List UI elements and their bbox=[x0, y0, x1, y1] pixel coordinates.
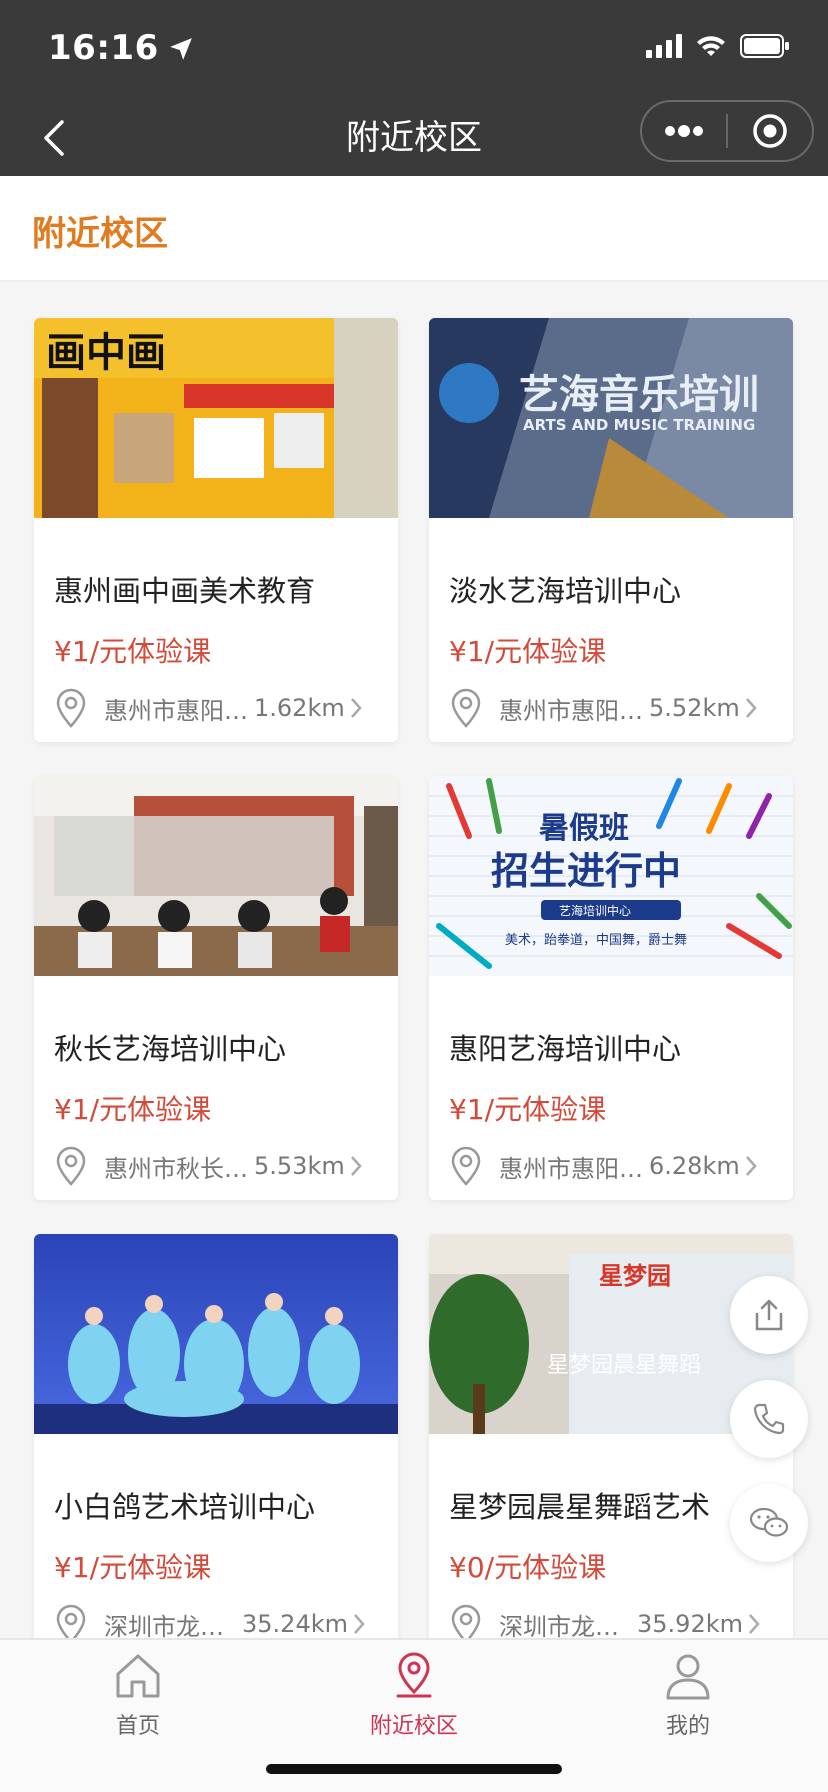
location-pin-icon bbox=[451, 1146, 481, 1186]
chevron-right-icon bbox=[745, 698, 757, 718]
status-bar: 16:16 bbox=[0, 0, 828, 100]
campus-location[interactable]: 惠州市惠阳… 5.52km bbox=[449, 688, 779, 728]
campus-name: 惠阳艺海培训中心 bbox=[449, 1032, 682, 1066]
campus-location[interactable]: 惠州市惠阳… 6.28km bbox=[449, 1146, 779, 1186]
campus-card[interactable]: 小白鸽艺术培训中心 ¥1/元体验课 深圳市龙… 35.24km bbox=[34, 1234, 398, 1658]
home-indicator bbox=[266, 1764, 562, 1774]
campus-distance: 35.92km bbox=[637, 1610, 743, 1638]
campus-address: 惠州市惠阳… bbox=[104, 696, 248, 725]
photo-sign-subtext: 艺海培训中心 bbox=[559, 903, 631, 918]
tab-label: 附近校区 bbox=[369, 1714, 458, 1739]
photo-sign-text: 暑假班 bbox=[539, 811, 629, 846]
campus-price: ¥1/元体验课 bbox=[449, 1093, 607, 1126]
target-icon bbox=[753, 114, 787, 148]
location-pin-icon bbox=[396, 1652, 432, 1698]
campus-card[interactable]: 画中画 惠州画中画美术教育 ¥1/元体验课 惠州市惠阳… 1.62km bbox=[34, 318, 398, 742]
section-title: 附近校区 bbox=[32, 214, 168, 254]
campus-name: 小白鸽艺术培训中心 bbox=[54, 1490, 316, 1524]
signal-icon bbox=[646, 34, 682, 58]
wifi-icon bbox=[697, 36, 725, 56]
photo-sign-text-2: 招生进行中 bbox=[491, 849, 681, 893]
campus-photo: 艺海音乐培训 ARTS AND MUSIC TRAINING bbox=[429, 318, 793, 518]
location-pin-icon bbox=[451, 688, 481, 728]
campus-distance: 5.52km bbox=[649, 694, 740, 722]
home-icon bbox=[116, 1654, 160, 1698]
wechat-button[interactable] bbox=[730, 1484, 808, 1562]
campus-address: 深圳市龙… bbox=[104, 1612, 224, 1641]
more-dots-icon bbox=[665, 125, 703, 137]
photo-sign-text: 星梦园 bbox=[599, 1262, 671, 1290]
campus-price: ¥1/元体验课 bbox=[54, 635, 212, 668]
location-pin-icon bbox=[56, 1146, 86, 1186]
chat-bubble-icon bbox=[749, 1507, 789, 1537]
chevron-right-icon bbox=[749, 1614, 760, 1634]
chevron-right-icon bbox=[350, 1156, 362, 1176]
phone-button[interactable] bbox=[730, 1380, 808, 1458]
battery-icon bbox=[740, 34, 789, 58]
campus-location[interactable]: 惠州市秋长… 5.53km bbox=[54, 1146, 384, 1186]
campus-location[interactable]: 惠州市惠阳… 1.62km bbox=[54, 688, 384, 728]
location-arrow-icon bbox=[170, 38, 192, 60]
campus-address: 深圳市龙… bbox=[499, 1612, 619, 1641]
share-button[interactable] bbox=[730, 1276, 808, 1354]
campus-name: 淡水艺海培训中心 bbox=[449, 574, 682, 608]
campus-card[interactable]: 艺海音乐培训 ARTS AND MUSIC TRAINING 淡水艺海培训中心 … bbox=[429, 318, 793, 742]
tab-label: 首页 bbox=[115, 1714, 160, 1739]
mini-program-capsule bbox=[640, 100, 814, 162]
campus-photo bbox=[34, 776, 398, 976]
status-time: 16:16 bbox=[48, 28, 159, 68]
user-icon bbox=[666, 1654, 710, 1700]
section-header: 附近校区 bbox=[0, 176, 828, 282]
campus-price: ¥1/元体验课 bbox=[449, 635, 607, 668]
campus-distance: 5.53km bbox=[254, 1152, 345, 1180]
photo-sign-subtext: ARTS AND MUSIC TRAINING bbox=[523, 416, 755, 434]
campus-price: ¥1/元体验课 bbox=[54, 1551, 212, 1584]
status-icons bbox=[646, 34, 790, 58]
chevron-right-icon bbox=[745, 1156, 757, 1176]
more-button[interactable] bbox=[642, 102, 726, 160]
nav-bar: 附近校区 bbox=[0, 100, 828, 176]
chevron-right-icon bbox=[354, 1614, 365, 1634]
campus-address: 惠州市秋长… bbox=[104, 1154, 248, 1183]
photo-sign-text-2: 星梦园晨星舞蹈 bbox=[547, 1353, 701, 1378]
chevron-right-icon bbox=[350, 698, 362, 718]
campus-distance: 6.28km bbox=[649, 1152, 740, 1180]
campus-address: 惠州市惠阳… bbox=[499, 1154, 643, 1183]
share-icon bbox=[755, 1299, 783, 1331]
campus-name: 惠州画中画美术教育 bbox=[54, 574, 316, 608]
tab-label: 我的 bbox=[665, 1714, 710, 1739]
campus-distance: 1.62km bbox=[254, 694, 345, 722]
tab-home[interactable]: 首页 bbox=[58, 1650, 218, 1750]
campus-card[interactable]: 暑假班 招生进行中 艺海培训中心 美术，跆拳道，中国舞，爵士舞 惠阳艺海培训中心… bbox=[429, 776, 793, 1200]
photo-sign-text: 画中画 bbox=[46, 330, 166, 376]
campus-address: 惠州市惠阳… bbox=[499, 696, 643, 725]
tab-profile[interactable]: 我的 bbox=[608, 1650, 768, 1750]
phone-icon bbox=[753, 1403, 785, 1435]
campus-distance: 35.24km bbox=[242, 1610, 348, 1638]
photo-sign-subtext-2: 美术，跆拳道，中国舞，爵士舞 bbox=[505, 932, 687, 948]
campus-photo: 暑假班 招生进行中 艺海培训中心 美术，跆拳道，中国舞，爵士舞 bbox=[429, 776, 793, 976]
campus-photo: 画中画 bbox=[34, 318, 398, 518]
campus-name: 秋长艺海培训中心 bbox=[54, 1032, 287, 1066]
close-miniprogram-button[interactable] bbox=[728, 102, 812, 160]
campus-card[interactable]: 秋长艺海培训中心 ¥1/元体验课 惠州市秋长… 5.53km bbox=[34, 776, 398, 1200]
location-pin-icon bbox=[56, 688, 86, 728]
tab-nearby[interactable]: 附近校区 bbox=[334, 1650, 494, 1750]
campus-price: ¥0/元体验课 bbox=[449, 1551, 607, 1584]
photo-sign-text: 艺海音乐培训 bbox=[519, 372, 759, 418]
campus-name: 星梦园晨星舞蹈艺术 bbox=[449, 1490, 711, 1524]
campus-photo bbox=[34, 1234, 398, 1434]
campus-price: ¥1/元体验课 bbox=[54, 1093, 212, 1126]
